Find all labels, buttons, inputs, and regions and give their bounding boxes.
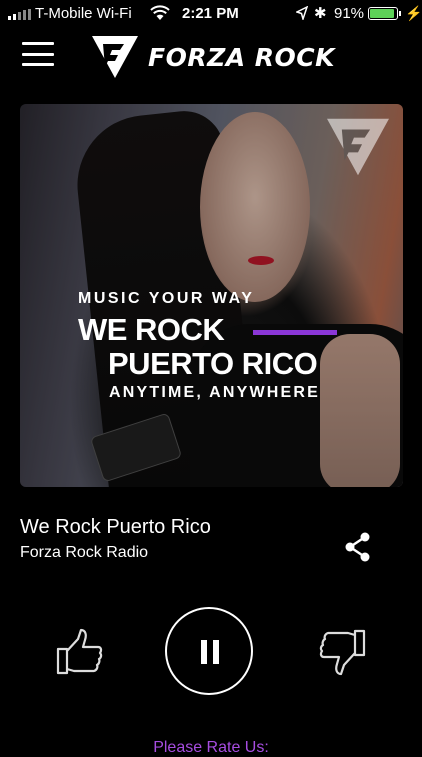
battery-percentage: 91% [334, 5, 365, 22]
hamburger-menu-button[interactable] [22, 42, 54, 66]
pause-icon [213, 640, 219, 664]
location-arrow-icon [296, 6, 308, 20]
artwork-tagline: MUSIC YOUR WAY [78, 290, 255, 307]
share-icon[interactable] [344, 532, 372, 562]
bluetooth-icon: ✱ [314, 5, 327, 22]
signal-strength-icon [8, 9, 31, 20]
album-artwork: MUSIC YOUR WAY WE ROCK PUERTO RICO ANYTI… [20, 104, 403, 487]
artwork-watermark-icon [327, 118, 389, 176]
battery-tip [399, 11, 401, 16]
artwork-headline-2: PUERTO RICO [108, 346, 318, 381]
menu-line [22, 63, 54, 66]
menu-line [22, 52, 54, 56]
wifi-icon [150, 5, 170, 20]
track-title: We Rock Puerto Rico [20, 516, 211, 538]
app-logo-text: FORZA ROCK [148, 42, 335, 72]
thumbs-down-icon[interactable] [318, 627, 368, 677]
track-artist: Forza Rock Radio [20, 544, 149, 561]
forza-rock-emblem-icon [92, 36, 138, 78]
battery-icon [368, 7, 398, 20]
charging-bolt-icon: ⚡ [405, 5, 422, 21]
battery-fill [370, 9, 394, 18]
pause-icon [201, 640, 207, 664]
app-logo: FORZA ROCK [90, 34, 335, 80]
playback-controls [0, 605, 422, 700]
status-bar: T-Mobile Wi-Fi 2:21 PM ✱ 91% ⚡ [0, 0, 422, 28]
carrier-label: T-Mobile Wi-Fi [35, 5, 132, 22]
artwork-text: MUSIC YOUR WAY WE ROCK PUERTO RICO ANYTI… [78, 290, 398, 402]
artwork-headline-1: WE ROCK [78, 312, 225, 347]
rate-us-link[interactable]: Please Rate Us: [0, 739, 422, 757]
clock: 2:21 PM [182, 5, 239, 22]
pause-button[interactable] [165, 607, 253, 695]
menu-line [22, 42, 54, 45]
artwork-subtagline: ANYTIME, ANYWHERE [109, 384, 321, 401]
thumbs-up-icon[interactable] [54, 627, 104, 677]
artwork-accent-bar [253, 330, 337, 335]
